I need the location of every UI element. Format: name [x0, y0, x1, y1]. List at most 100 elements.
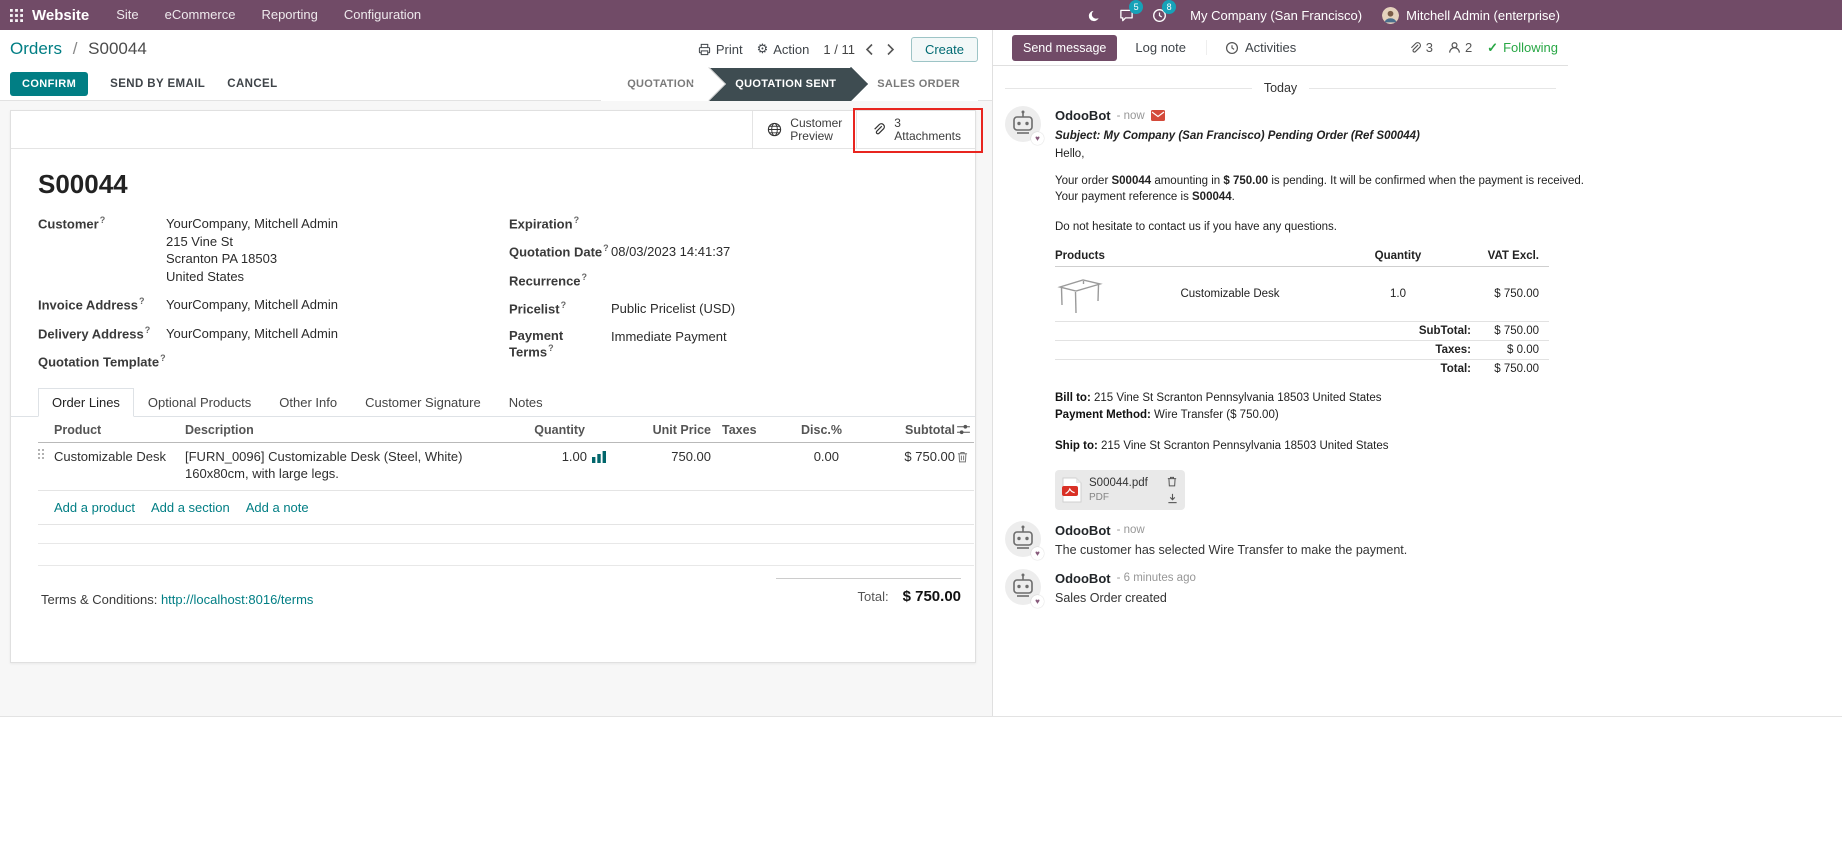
- customer-value[interactable]: YourCompany, Mitchell Admin 215 Vine St …: [166, 215, 338, 285]
- breadcrumb: Orders / S00044: [10, 39, 147, 59]
- user-menu[interactable]: Mitchell Admin (enterprise): [1406, 8, 1560, 23]
- person-icon: [1448, 41, 1461, 54]
- pricelist-value[interactable]: Public Pricelist (USD): [611, 300, 735, 318]
- optional-columns-icon[interactable]: [957, 424, 974, 435]
- email-product-name: Customizable Desk: [1180, 288, 1279, 300]
- confirm-button[interactable]: CONFIRM: [10, 72, 88, 96]
- stage-quotation-sent[interactable]: QUOTATION SENT: [709, 68, 851, 101]
- email-subtotal-row: SubTotal: $ 750.00: [1055, 322, 1549, 341]
- quotation-date-value[interactable]: 08/03/2023 14:41:37: [611, 243, 730, 261]
- activities-tray-icon[interactable]: 8: [1143, 0, 1176, 30]
- menu-configuration[interactable]: Configuration: [331, 0, 434, 30]
- odoo-app: Website Site eCommerce Reporting Configu…: [0, 0, 1842, 841]
- odoobot-heart-badge: ♥: [1031, 132, 1044, 145]
- user-avatar[interactable]: [1382, 7, 1399, 24]
- field-recurrence: Recurrence?: [509, 272, 959, 289]
- terms-link[interactable]: http://localhost:8016/terms: [161, 592, 313, 607]
- log-note-button[interactable]: Log note: [1135, 40, 1186, 55]
- order-title: S00044: [38, 169, 128, 200]
- followers-counter[interactable]: 2: [1448, 40, 1472, 55]
- pager-next-button[interactable]: [884, 43, 897, 56]
- delete-line-icon[interactable]: [957, 449, 974, 463]
- attachment-delete-icon[interactable]: [1167, 476, 1178, 487]
- breadcrumb-orders-link[interactable]: Orders: [10, 39, 62, 58]
- tab-other-info[interactable]: Other Info: [265, 388, 351, 417]
- line-quantity[interactable]: 1.00: [521, 449, 611, 464]
- chatter-message: ♥ OdooBot - 6 minutes ago Sales Order cr…: [993, 569, 1568, 606]
- tab-customer-signature[interactable]: Customer Signature: [351, 388, 495, 417]
- attachment-name: S00044.pdf: [1089, 477, 1148, 489]
- top-navbar: Website Site eCommerce Reporting Configu…: [0, 0, 1842, 30]
- line-unit-price[interactable]: 750.00: [611, 449, 713, 464]
- paperclip-icon: [1408, 41, 1422, 55]
- form-view-background: Customer Preview 3 Attachments S00044 Cu…: [0, 101, 992, 716]
- app-brand[interactable]: Website: [32, 7, 89, 24]
- email-paragraph-contact: Do not hesitate to contact us if you hav…: [1055, 219, 1560, 235]
- activities-button[interactable]: Activities: [1206, 40, 1296, 55]
- menu-reporting[interactable]: Reporting: [248, 0, 330, 30]
- message-body: The customer has selected Wire Transfer …: [1055, 542, 1568, 558]
- email-total-row: Total: $ 750.00: [1055, 360, 1549, 378]
- email-billing-info: Bill to: 215 Vine St Scranton Pennsylvan…: [1055, 390, 1560, 455]
- apps-menu-icon[interactable]: [10, 9, 23, 22]
- field-invoice-address: Invoice Address? YourCompany, Mitchell A…: [38, 296, 483, 314]
- print-button[interactable]: Print: [698, 42, 743, 57]
- content-bottom-border: [0, 716, 1842, 717]
- field-quotation-date: Quotation Date? 08/03/2023 14:41:37: [509, 243, 959, 261]
- tab-optional-products[interactable]: Optional Products: [134, 388, 265, 417]
- dark-mode-moon-icon[interactable]: [1079, 0, 1110, 30]
- tab-notes[interactable]: Notes: [495, 388, 557, 417]
- line-description[interactable]: [FURN_0096] Customizable Desk (Steel, Wh…: [185, 449, 521, 482]
- field-expiration: Expiration?: [509, 215, 959, 232]
- forecast-chart-icon[interactable]: [592, 451, 607, 463]
- line-disc[interactable]: 0.00: [801, 449, 841, 464]
- add-a-note-link[interactable]: Add a note: [246, 500, 309, 515]
- invoice-address-value[interactable]: YourCompany, Mitchell Admin: [166, 296, 338, 314]
- paperclip-icon: [871, 122, 886, 137]
- message-author[interactable]: OdooBot: [1055, 571, 1111, 586]
- button-box: Customer Preview 3 Attachments: [11, 111, 975, 149]
- delivery-address-value[interactable]: YourCompany, Mitchell Admin: [166, 325, 338, 343]
- company-switcher[interactable]: My Company (San Francisco): [1176, 8, 1376, 23]
- stage-quotation[interactable]: QUOTATION: [601, 68, 709, 101]
- envelope-icon[interactable]: [1151, 110, 1165, 121]
- cancel-button[interactable]: CANCEL: [227, 72, 277, 96]
- send-by-email-button[interactable]: SEND BY EMAIL: [110, 72, 205, 96]
- payment-terms-value[interactable]: Immediate Payment: [611, 328, 727, 346]
- tab-order-lines[interactable]: Order Lines: [38, 388, 134, 417]
- email-taxes-row: Taxes: $ 0.00: [1055, 341, 1549, 360]
- message-author[interactable]: OdooBot: [1055, 523, 1111, 538]
- field-customer: Customer? YourCompany, Mitchell Admin 21…: [38, 215, 483, 285]
- attachment-card[interactable]: S00044.pdf PDF: [1055, 470, 1185, 510]
- product-thumbnail: [1055, 271, 1105, 317]
- action-button[interactable]: ⚙ Action: [757, 41, 810, 57]
- message-body: Sales Order created: [1055, 590, 1568, 606]
- order-lines-header: Product Description Quantity Unit Price …: [38, 417, 974, 443]
- pager-previous-button[interactable]: [863, 43, 876, 56]
- field-delivery-address: Delivery Address? YourCompany, Mitchell …: [38, 325, 483, 343]
- line-product[interactable]: Customizable Desk: [54, 449, 185, 464]
- menu-ecommerce[interactable]: eCommerce: [152, 0, 249, 30]
- field-quotation-template: Quotation Template?: [38, 353, 483, 370]
- message-author[interactable]: OdooBot: [1055, 108, 1111, 123]
- create-button[interactable]: Create: [911, 37, 978, 62]
- odoobot-avatar: ♥: [1005, 569, 1041, 605]
- control-panel-actions: Print ⚙ Action 1 / 11 Create: [698, 37, 978, 62]
- email-paragraph-order: Your order S00044 amounting in $ 750.00 …: [1055, 173, 1560, 205]
- empty-list-row: [38, 525, 974, 544]
- stage-sales-order[interactable]: SALES ORDER: [851, 68, 978, 101]
- add-a-product-link[interactable]: Add a product: [54, 500, 135, 515]
- following-button[interactable]: ✓ Following: [1487, 40, 1558, 56]
- send-message-button[interactable]: Send message: [1012, 35, 1117, 61]
- attachment-download-icon[interactable]: [1167, 493, 1178, 504]
- attachments-button[interactable]: 3 Attachments: [856, 111, 975, 148]
- add-a-section-link[interactable]: Add a section: [151, 500, 230, 515]
- messages-tray-icon[interactable]: 5: [1110, 0, 1143, 30]
- activities-badge: 8: [1162, 0, 1176, 14]
- customer-preview-button[interactable]: Customer Preview: [752, 111, 856, 148]
- attachments-counter[interactable]: 3: [1408, 40, 1433, 55]
- printer-icon: [698, 43, 711, 56]
- order-line-row[interactable]: Customizable Desk [FURN_0096] Customizab…: [38, 443, 974, 491]
- control-panel: Orders / S00044 Print ⚙ Action 1 / 11 Cr…: [0, 30, 992, 68]
- menu-site[interactable]: Site: [103, 0, 151, 30]
